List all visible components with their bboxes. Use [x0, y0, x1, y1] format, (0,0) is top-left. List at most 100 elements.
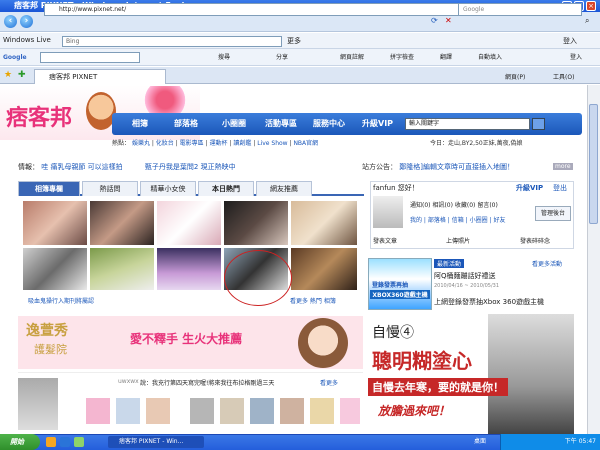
- user-avatar[interactable]: [146, 398, 170, 424]
- search-icon[interactable]: ⌕: [585, 16, 589, 26]
- hot-link[interactable]: 娛樂丸: [132, 140, 150, 147]
- google-search-button[interactable]: 搜尋: [218, 50, 230, 65]
- favorite-link[interactable]: 收藏: [455, 202, 467, 209]
- photo-thumbnail[interactable]: [223, 200, 289, 246]
- user-avatar[interactable]: [280, 398, 304, 424]
- avatar[interactable]: [373, 196, 403, 228]
- activity-item[interactable]: 阿Q桶麵蹦話好禮送: [434, 271, 496, 281]
- notice-link[interactable]: 通知: [410, 202, 422, 209]
- stop-icon[interactable]: ✕: [445, 16, 452, 25]
- photo-thumbnail[interactable]: [156, 247, 222, 291]
- photo-thumbnail[interactable]: [290, 247, 358, 291]
- ticker-link[interactable]: 哇 痛乳母親節 可以這樣拍: [41, 163, 122, 171]
- nav-circle[interactable]: 小圈圈: [222, 114, 246, 134]
- blog-link[interactable]: 部落格: [428, 217, 446, 224]
- translate-button[interactable]: 翻譯: [440, 50, 452, 65]
- tab-pixnet[interactable]: 痞客邦 PIXNET: [34, 69, 166, 84]
- upgrade-vip-link[interactable]: 升級VIP: [516, 183, 543, 193]
- nav-vip[interactable]: 升級VIP: [362, 114, 393, 134]
- photo-thumbnail[interactable]: [89, 247, 155, 291]
- friends-link[interactable]: 好友: [493, 217, 505, 224]
- nav-activity[interactable]: 活動專區: [265, 114, 297, 134]
- activity-item[interactable]: 上網登錄發票抽Xbox 360遊戲主機: [434, 297, 544, 307]
- tab-today-hot[interactable]: 本日熱門: [198, 181, 254, 196]
- user-avatar[interactable]: [116, 398, 140, 424]
- tab-album-column[interactable]: 相簿專欄: [18, 181, 80, 196]
- share-button[interactable]: 分享: [276, 50, 288, 65]
- live-login[interactable]: 登入: [563, 36, 577, 46]
- address-input[interactable]: http://www.pixnet.net/: [44, 3, 462, 16]
- hot-link[interactable]: 化妝台: [156, 140, 174, 147]
- site-notice-link[interactable]: 鄭隆格]編輯文章時可直接插入地圖！: [399, 163, 514, 171]
- taskbar-ie-window[interactable]: 痞客邦 PIXNET - Win...: [108, 436, 204, 448]
- photo-thumbnail[interactable]: [22, 247, 88, 291]
- user-avatar[interactable]: [220, 398, 244, 424]
- my-link[interactable]: 我的: [410, 217, 422, 224]
- desktop-toolbar[interactable]: 桌面: [474, 436, 486, 448]
- tab-elite[interactable]: 精華小女侠: [140, 181, 196, 196]
- photo-thumbnail[interactable]: [156, 200, 222, 246]
- user-avatar[interactable]: [310, 398, 334, 424]
- add-favorite-icon[interactable]: ✚: [18, 70, 26, 80]
- pixnet-logo[interactable]: 痞客邦: [6, 100, 72, 132]
- scrollbar-thumb[interactable]: [589, 104, 598, 224]
- nav-service[interactable]: 服務中心: [313, 114, 345, 134]
- upload-photo-button[interactable]: 上傳照片: [446, 236, 470, 245]
- refresh-icon[interactable]: ⟳: [431, 16, 438, 25]
- keyword-input[interactable]: 輸入關鍵字: [405, 118, 530, 130]
- page-menu[interactable]: 網頁(P): [505, 72, 525, 81]
- close-button[interactable]: ×: [586, 1, 596, 11]
- circle-link[interactable]: 小圈圈: [470, 217, 488, 224]
- post-article-button[interactable]: 發表文章: [373, 236, 397, 245]
- comment-link[interactable]: 留言: [477, 202, 489, 209]
- user-avatar[interactable]: [250, 398, 274, 424]
- ticker-link-2[interactable]: 甄子丹我是葉問2 現正熱映中: [145, 163, 236, 171]
- more-link[interactable]: more: [553, 163, 573, 170]
- photo-thumbnail[interactable]: [89, 200, 155, 246]
- admin-button[interactable]: 管理後台: [535, 206, 571, 221]
- quick-launch-icon[interactable]: [60, 437, 70, 447]
- google-login[interactable]: 登入: [570, 50, 582, 65]
- photo-caption[interactable]: 吸血鬼操行入期刊將屬認: [28, 296, 94, 305]
- live-more[interactable]: 更多: [287, 36, 301, 46]
- hot-link[interactable]: 讀創鑑: [233, 140, 251, 147]
- message-link[interactable]: 相訊: [432, 202, 444, 209]
- hot-link[interactable]: 電影專區: [180, 140, 204, 147]
- nav-blog[interactable]: 部落格: [174, 114, 198, 134]
- start-button[interactable]: 開始: [0, 434, 40, 450]
- tab-hot-question[interactable]: 熱話問: [82, 181, 138, 196]
- activity-more-link[interactable]: 看更多活動: [532, 259, 562, 268]
- user-avatar[interactable]: [190, 398, 214, 424]
- photo-thumbnail[interactable]: [290, 200, 358, 246]
- back-button[interactable]: ‹: [4, 15, 17, 28]
- feed-image[interactable]: [18, 378, 58, 430]
- mailbox-link[interactable]: 信箱: [452, 217, 464, 224]
- nav-album[interactable]: 相簿: [132, 114, 148, 134]
- hot-link[interactable]: Live Show: [257, 140, 287, 147]
- quick-launch-icon[interactable]: [46, 437, 56, 447]
- web-annotation-button[interactable]: 網頁註解: [340, 50, 364, 65]
- feed-user[interactable]: uwxwx: [118, 378, 139, 385]
- tools-menu[interactable]: 工具(O): [553, 72, 574, 81]
- keyword-search-button[interactable]: [532, 118, 545, 130]
- user-avatar[interactable]: [86, 398, 110, 424]
- photo-thumbnail[interactable]: [22, 200, 88, 246]
- autofill-button[interactable]: 自動填入: [478, 50, 502, 65]
- feed-more-link[interactable]: 看更多: [320, 378, 338, 387]
- tab-recommend[interactable]: 網友推薦: [256, 181, 312, 196]
- forward-button[interactable]: ›: [20, 15, 33, 28]
- quick-launch-icon[interactable]: [74, 437, 84, 447]
- publish-button[interactable]: 發表碎碎念: [520, 236, 550, 245]
- hot-link[interactable]: NBA官網: [293, 140, 318, 147]
- bing-search-input[interactable]: Bing: [62, 36, 282, 47]
- spell-check-button[interactable]: 拼字檢查: [390, 50, 414, 65]
- photo-more-link[interactable]: 看更多 熱門 相簿: [290, 296, 336, 305]
- logout-link[interactable]: 登出: [553, 183, 567, 193]
- google-search-input[interactable]: [40, 52, 140, 63]
- feed-text[interactable]: 說：我充行第四天寫完喔!將來我往布拉格剛過三天: [140, 378, 274, 387]
- user-avatar[interactable]: [340, 398, 360, 424]
- hot-link[interactable]: 運動杯: [210, 140, 228, 147]
- browser-search-input[interactable]: Google: [458, 3, 582, 16]
- ad-line-4: 放膽過來吧！: [378, 404, 451, 418]
- favorites-star-icon[interactable]: ★: [4, 70, 12, 80]
